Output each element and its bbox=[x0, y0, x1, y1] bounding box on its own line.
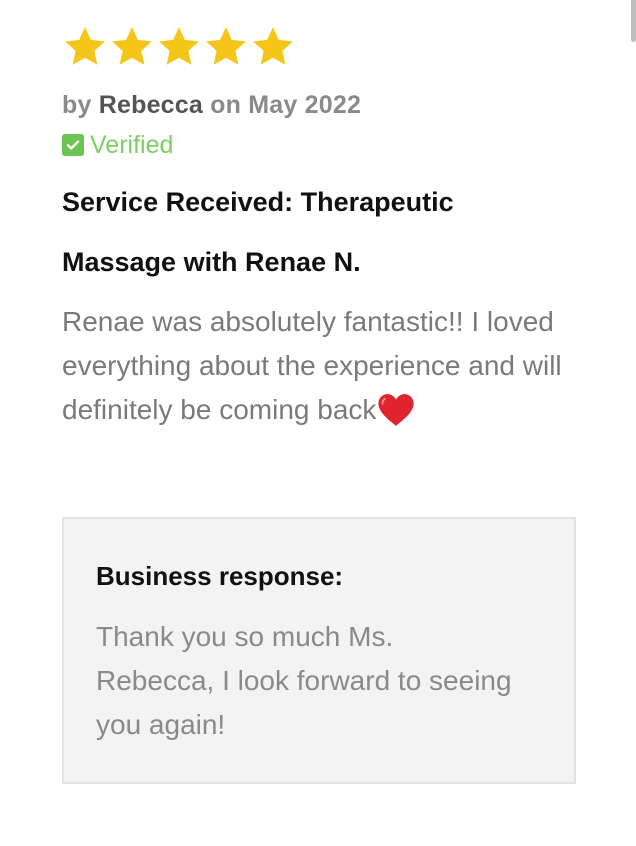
date-prefix: on bbox=[210, 91, 242, 119]
review-card: by Rebecca on May 2022 Verified Service … bbox=[62, 22, 578, 432]
review-date: May 2022 bbox=[248, 91, 362, 119]
star-icon bbox=[62, 24, 108, 70]
red-heart-icon bbox=[377, 393, 415, 427]
star-icon bbox=[109, 24, 155, 70]
verified-label: Verified bbox=[90, 131, 174, 159]
review-text: Renae was absolutely fantastic!! I loved… bbox=[62, 306, 562, 425]
business-response-text: Thank you so much Ms. Rebecca, I look fo… bbox=[96, 621, 512, 740]
service-title: Service Received: Therapeutic Massage wi… bbox=[62, 187, 454, 277]
business-response: Business response: Thank you so much Ms.… bbox=[62, 517, 576, 784]
scrollbar[interactable] bbox=[631, 0, 636, 42]
star-rating bbox=[62, 22, 578, 72]
review-byline: by Rebecca on May 2022 bbox=[62, 88, 578, 122]
by-prefix: by bbox=[62, 91, 92, 119]
star-icon bbox=[203, 24, 249, 70]
star-icon bbox=[250, 24, 296, 70]
review-author: Rebecca bbox=[98, 91, 203, 119]
business-response-heading: Business response: bbox=[96, 561, 344, 591]
star-icon bbox=[156, 24, 202, 70]
review-body: Renae was absolutely fantastic!! I loved… bbox=[62, 300, 562, 432]
checkmark-icon bbox=[62, 134, 84, 156]
verified-badge: Verified bbox=[62, 131, 578, 159]
